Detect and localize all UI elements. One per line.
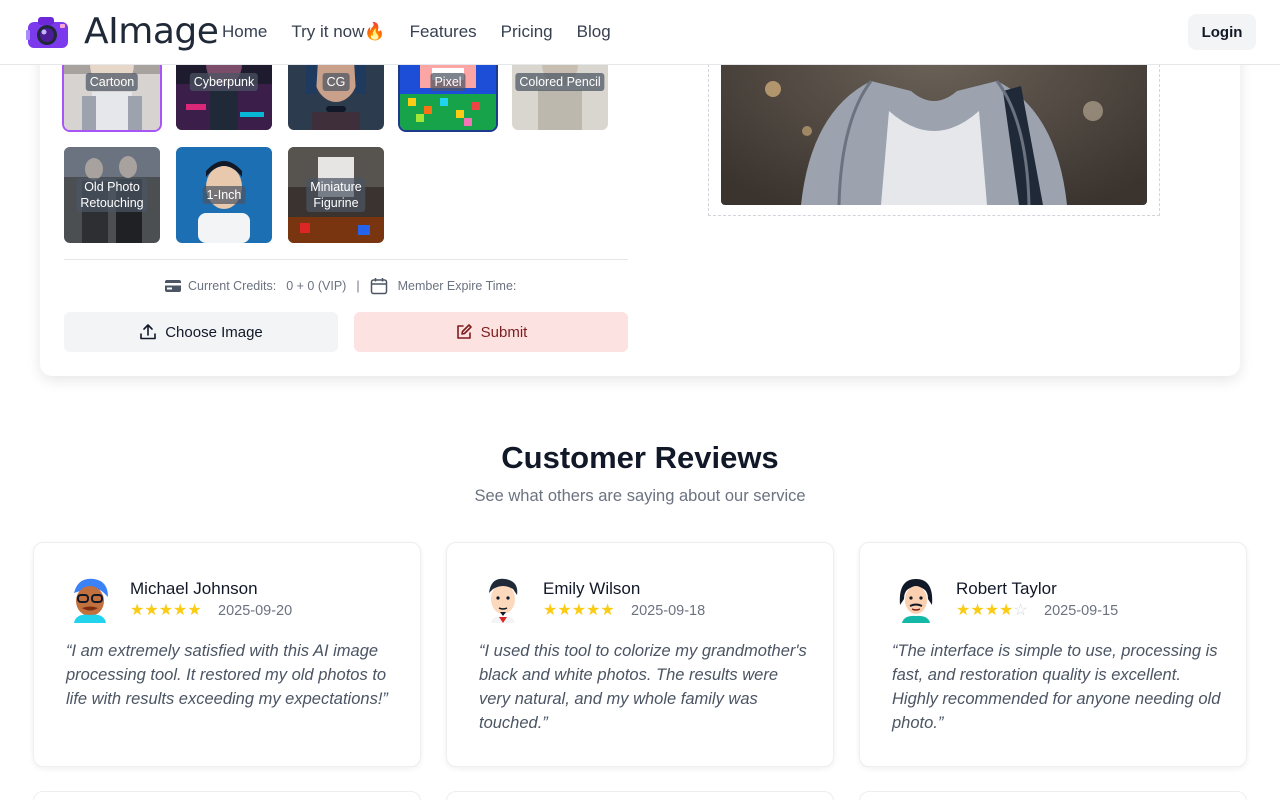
nav-home[interactable]: Home (222, 20, 267, 44)
style-label: CG (322, 73, 350, 91)
review-card: Emily Wilson ★★★★★ 2025-09-18 “I used th… (446, 542, 834, 767)
style-label: Colored Pencil (515, 73, 605, 91)
credits-value: 0 + 0 (VIP) (286, 279, 347, 293)
site-header: AImage Home Try it now🔥 Features Pricing… (0, 0, 1280, 65)
avatar-robert-taylor (892, 575, 940, 623)
nav-features[interactable]: Features (410, 20, 477, 44)
reviewer-name: Robert Taylor (956, 579, 1057, 598)
nav-pricing[interactable]: Pricing (501, 20, 553, 44)
style-label: Miniature Figurine (306, 178, 366, 212)
style-option-1-inch[interactable]: 1-Inch (176, 147, 272, 243)
style-label: Pixel (430, 73, 466, 91)
member-expire-label: Member Expire Time: (397, 279, 517, 293)
review-quote: “The interface is simple to use, process… (892, 642, 1221, 732)
login-button[interactable]: Login (1188, 14, 1256, 50)
review-card-next (859, 791, 1247, 800)
nav-try-it-now[interactable]: Try it now🔥 (291, 20, 385, 44)
review-date: 2025-09-15 (1044, 603, 1119, 619)
calendar-icon (370, 278, 387, 295)
reviewer-name: Emily Wilson (543, 579, 641, 598)
rating-stars: ★★★★★ (543, 602, 615, 619)
style-option-old-photo-retouching[interactable]: Old Photo Retouching (64, 147, 160, 243)
credits-label: Current Credits: (188, 279, 277, 293)
brand-name[interactable]: AImage (84, 12, 219, 52)
avatar-emily-wilson (479, 575, 527, 623)
submit-label: Submit (480, 323, 528, 341)
choose-image-label: Choose Image (165, 323, 263, 341)
credits-bar: Current Credits: 0 + 0 (VIP) | Member Ex… (164, 277, 516, 295)
style-label: Cartoon (85, 73, 139, 91)
style-option-miniature-figurine[interactable]: Miniature Figurine (288, 147, 384, 243)
avatar-michael-johnson (66, 575, 114, 623)
review-card-next (446, 791, 834, 800)
choose-image-button[interactable]: Choose Image (64, 312, 338, 352)
review-date: 2025-09-18 (631, 603, 706, 619)
submit-button[interactable]: Submit (354, 312, 628, 352)
style-label: Old Photo Retouching (76, 178, 148, 212)
review-date: 2025-09-20 (218, 603, 293, 619)
rating-stars: ★★★★☆ (956, 602, 1028, 619)
credits-separator: | (356, 279, 360, 293)
review-card: Robert Taylor ★★★★☆ 2025-09-15 “The inte… (859, 542, 1247, 767)
review-card: Michael Johnson ★★★★★ 2025-09-20 “I am e… (33, 542, 421, 767)
reviewer-name: Michael Johnson (130, 579, 258, 598)
style-label: 1-Inch (202, 186, 246, 204)
review-quote: “I used this tool to colorize my grandmo… (479, 642, 807, 732)
edit-icon (456, 324, 472, 339)
section-divider (64, 259, 628, 260)
reviews-subheading: See what others are saying about our ser… (474, 487, 806, 505)
credit-card-icon (165, 280, 181, 292)
rating-stars: ★★★★★ (130, 602, 202, 619)
camera-logo-icon[interactable] (26, 12, 70, 52)
reviews-heading: Customer Reviews (501, 440, 779, 475)
nav-blog[interactable]: Blog (577, 20, 611, 44)
main-nav: Home Try it now🔥 Features Pricing Blog (222, 20, 611, 44)
upload-icon (140, 324, 157, 340)
style-label: Cyberpunk (189, 73, 259, 91)
review-quote: “I am extremely satisfied with this AI i… (66, 642, 388, 708)
review-card-next (33, 791, 421, 800)
